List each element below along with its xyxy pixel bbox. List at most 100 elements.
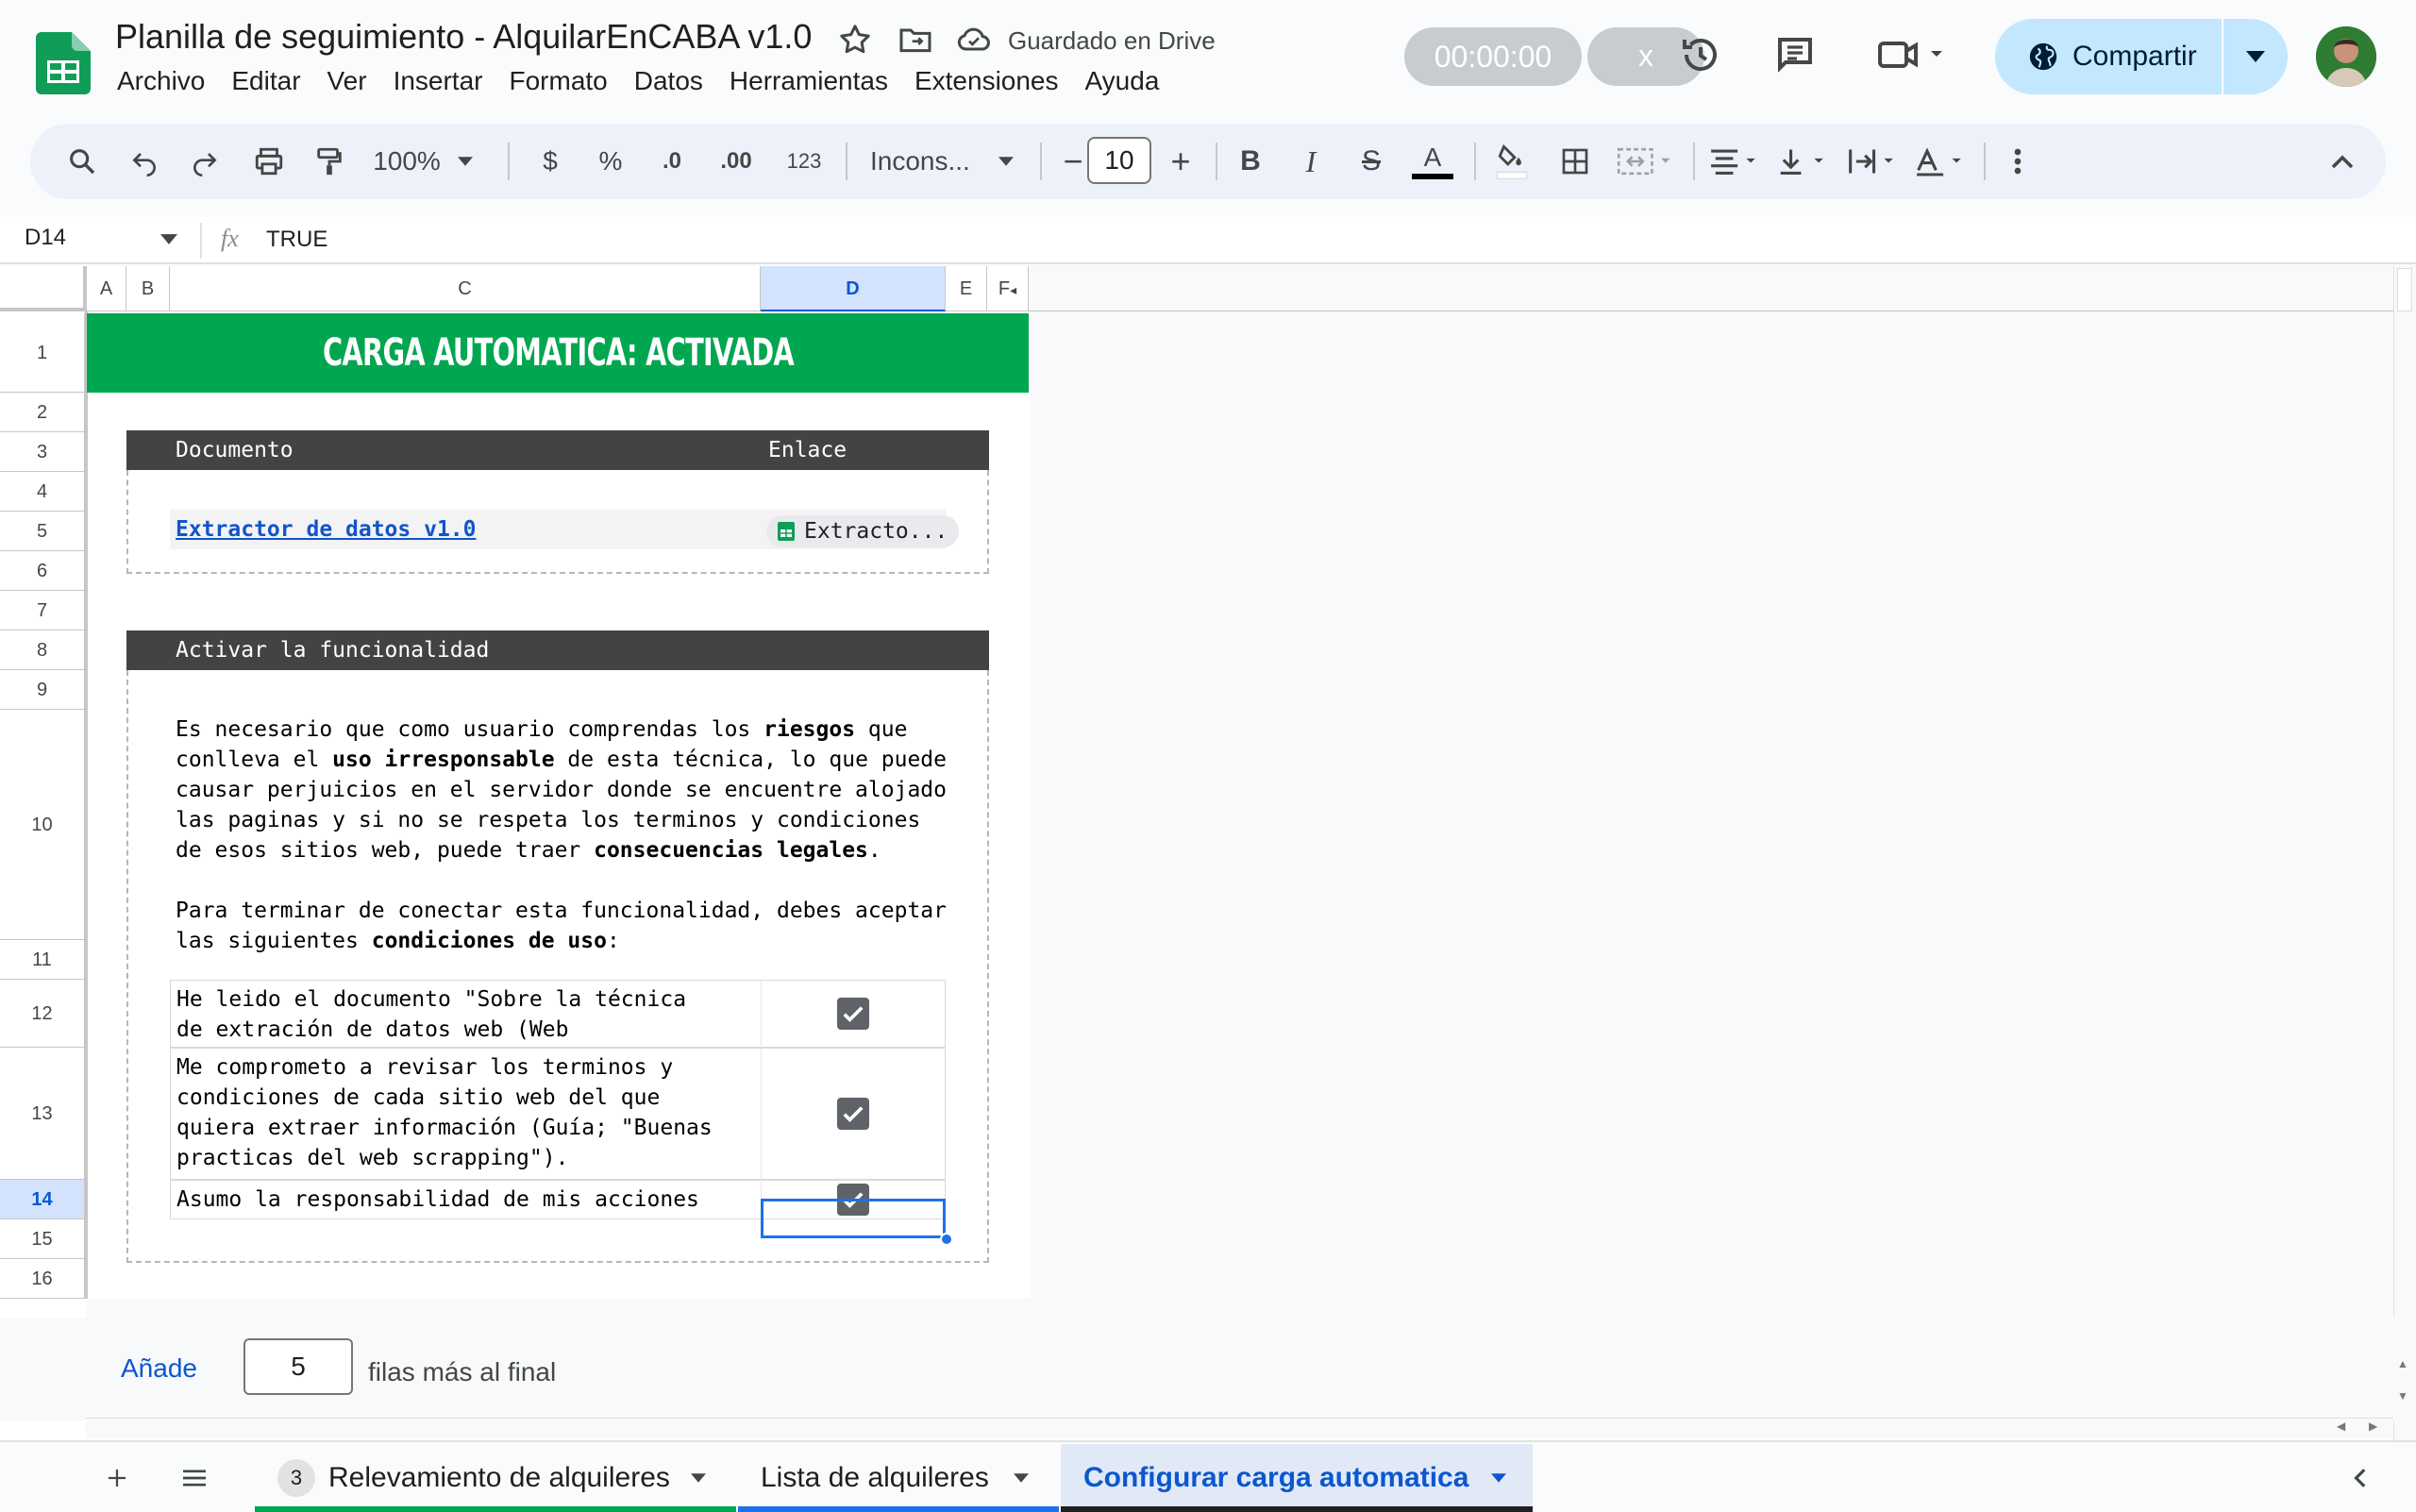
checkbox-condition-2[interactable] bbox=[837, 1098, 869, 1130]
text-color-button[interactable]: A bbox=[1406, 124, 1459, 199]
star-icon[interactable] bbox=[836, 21, 874, 59]
chevron-down-icon[interactable] bbox=[160, 234, 177, 244]
cloud-saved-icon[interactable] bbox=[955, 21, 993, 59]
share-button[interactable]: Compartir bbox=[1995, 19, 2222, 94]
comments-icon[interactable] bbox=[1772, 32, 1818, 77]
font-family-select[interactable]: Incons... bbox=[857, 124, 1027, 199]
row-header-9[interactable]: 9 bbox=[0, 670, 85, 710]
row-header-14[interactable]: 14 bbox=[0, 1180, 85, 1219]
row-header-16[interactable]: 16 bbox=[0, 1259, 85, 1299]
row-header-15[interactable]: 15 bbox=[0, 1219, 85, 1259]
paint-format-icon[interactable] bbox=[304, 124, 355, 199]
chevron-down-icon[interactable] bbox=[1013, 1473, 1029, 1483]
number-format-button[interactable]: 123 bbox=[776, 124, 832, 199]
doc-link[interactable]: Extractor de datos v1.0 bbox=[176, 517, 477, 542]
menu-extensiones[interactable]: Extensiones bbox=[901, 66, 1072, 96]
strikethrough-button[interactable]: S bbox=[1348, 124, 1395, 199]
menu-insertar[interactable]: Insertar bbox=[380, 66, 496, 96]
currency-format-button[interactable]: $ bbox=[527, 124, 574, 199]
link-chip[interactable]: Extracto... bbox=[766, 515, 960, 547]
row-header-10[interactable]: 10 bbox=[0, 710, 85, 940]
version-history-icon[interactable] bbox=[1678, 32, 1723, 77]
share-dropdown-button[interactable] bbox=[2223, 19, 2288, 94]
row-header-1[interactable]: 1 bbox=[0, 313, 85, 393]
merge-cells-icon[interactable] bbox=[1610, 124, 1682, 199]
menu-ver[interactable]: Ver bbox=[314, 66, 380, 96]
scroll-up-arrow-icon[interactable]: ▲ bbox=[2397, 1357, 2408, 1370]
search-icon[interactable] bbox=[59, 124, 106, 199]
column-header-f[interactable]: F◂ bbox=[987, 266, 1029, 311]
tab-lista[interactable]: Lista de alquileres bbox=[738, 1444, 1059, 1512]
row-header-6[interactable]: 6 bbox=[0, 551, 85, 591]
add-rows-count-input[interactable]: 5 bbox=[243, 1338, 353, 1395]
bold-button[interactable]: B bbox=[1227, 124, 1274, 199]
collapse-toolbar-icon[interactable] bbox=[2324, 124, 2361, 199]
menu-formato[interactable]: Formato bbox=[496, 66, 621, 96]
print-icon[interactable] bbox=[243, 124, 294, 199]
decrease-decimal-button[interactable]: .0 bbox=[646, 124, 698, 199]
sheets-logo-icon[interactable] bbox=[36, 32, 91, 94]
percent-format-button[interactable]: % bbox=[587, 124, 634, 199]
italic-button[interactable]: I bbox=[1287, 124, 1334, 199]
tab-configurar[interactable]: Configurar carga automatica bbox=[1061, 1444, 1533, 1512]
text-wrapping-icon[interactable] bbox=[1842, 124, 1903, 199]
menu-datos[interactable]: Datos bbox=[621, 66, 716, 96]
move-folder-icon[interactable] bbox=[897, 21, 934, 59]
all-sheets-icon[interactable] bbox=[174, 1444, 215, 1512]
fill-color-icon[interactable] bbox=[1485, 124, 1538, 199]
column-header-d[interactable]: D bbox=[761, 266, 946, 311]
column-header-c[interactable]: C bbox=[170, 266, 761, 311]
vertical-align-icon[interactable] bbox=[1772, 124, 1833, 199]
row-header-3[interactable]: 3 bbox=[0, 432, 85, 472]
row-header-8[interactable]: 8 bbox=[0, 630, 85, 670]
borders-icon[interactable] bbox=[1550, 124, 1601, 199]
row-header-4[interactable]: 4 bbox=[0, 472, 85, 512]
meet-video-icon[interactable] bbox=[1874, 32, 1950, 77]
row-header-13[interactable]: 13 bbox=[0, 1048, 85, 1180]
horizontal-align-icon[interactable] bbox=[1704, 124, 1765, 199]
conditions-intro-bold: condiciones de uso bbox=[371, 929, 607, 953]
scroll-left-arrow-icon[interactable]: ◀ bbox=[2337, 1420, 2345, 1433]
more-options-icon[interactable] bbox=[1999, 124, 2037, 199]
menu-ayuda[interactable]: Ayuda bbox=[1072, 66, 1173, 96]
redo-icon[interactable] bbox=[181, 124, 228, 199]
select-all-corner[interactable] bbox=[0, 266, 87, 311]
menu-herramientas[interactable]: Herramientas bbox=[716, 66, 901, 96]
increase-decimal-button[interactable]: .00 bbox=[706, 124, 766, 199]
font-size-increase-button[interactable]: + bbox=[1157, 124, 1204, 199]
font-size-input[interactable]: 10 bbox=[1087, 137, 1151, 184]
formula-input[interactable]: TRUE bbox=[266, 227, 327, 253]
menu-archivo[interactable]: Archivo bbox=[104, 66, 218, 96]
row-header-5[interactable]: 5 bbox=[0, 512, 85, 551]
collapse-sidebar-icon[interactable] bbox=[2340, 1444, 2378, 1512]
selected-cell-d14[interactable] bbox=[761, 1199, 946, 1238]
zoom-select[interactable]: 100% bbox=[366, 124, 479, 199]
add-rows-button[interactable]: Añade bbox=[121, 1353, 197, 1384]
timer-display[interactable]: 00:00:00 bbox=[1404, 27, 1582, 86]
undo-icon[interactable] bbox=[121, 124, 168, 199]
vertical-scrollbar[interactable] bbox=[2393, 266, 2416, 1442]
scrollbar-thumb[interactable] bbox=[2397, 268, 2412, 311]
name-box[interactable]: D14 bbox=[25, 225, 66, 251]
chevron-down-icon[interactable] bbox=[690, 1473, 706, 1483]
menu-editar[interactable]: Editar bbox=[218, 66, 313, 96]
horizontal-scrollbar[interactable] bbox=[85, 1418, 2393, 1438]
column-header-e[interactable]: E bbox=[946, 266, 987, 311]
user-avatar[interactable] bbox=[2316, 26, 2376, 87]
scroll-right-arrow-icon[interactable]: ▶ bbox=[2369, 1420, 2377, 1433]
condition-row-1: He leido el documento "Sobre la técnica … bbox=[170, 980, 946, 1072]
scroll-down-arrow-icon[interactable]: ▼ bbox=[2397, 1389, 2408, 1403]
row-header-7[interactable]: 7 bbox=[0, 591, 85, 630]
chevron-down-icon[interactable] bbox=[1491, 1473, 1507, 1483]
row-header-2[interactable]: 2 bbox=[0, 393, 85, 432]
column-header-b[interactable]: B bbox=[126, 266, 170, 311]
checkbox-condition-1[interactable] bbox=[837, 998, 869, 1030]
column-header-a[interactable]: A bbox=[87, 266, 126, 311]
document-title[interactable]: Planilla de seguimiento - AlquilarEnCABA… bbox=[115, 17, 812, 57]
text-rotation-icon[interactable] bbox=[1910, 124, 1971, 199]
row-header-11[interactable]: 11 bbox=[0, 940, 85, 980]
tab-relevamiento[interactable]: 3 Relevamiento de alquileres bbox=[255, 1444, 736, 1512]
add-sheet-icon[interactable] bbox=[98, 1444, 136, 1512]
row-header-12[interactable]: 12 bbox=[0, 980, 85, 1048]
fill-handle[interactable] bbox=[940, 1233, 953, 1246]
